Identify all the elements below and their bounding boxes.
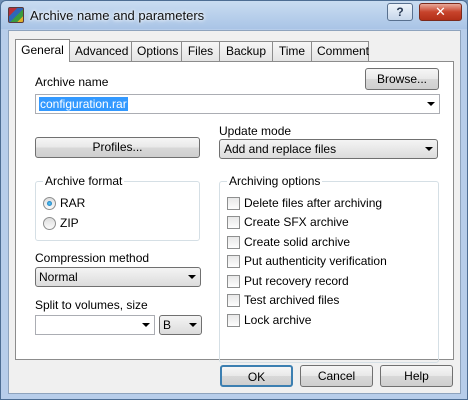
- radio-zip-label[interactable]: ZIP: [60, 216, 79, 230]
- checkbox-recovery-record[interactable]: [227, 275, 240, 288]
- split-size-combo[interactable]: [35, 315, 155, 335]
- tab-general[interactable]: General: [15, 39, 70, 62]
- dialog-client-area: General Advanced Options Files Backup Ti…: [8, 30, 461, 394]
- update-mode-value: Add and replace files: [224, 142, 337, 156]
- compression-method-value: Normal: [39, 270, 78, 284]
- window-title: Archive name and parameters: [30, 8, 205, 23]
- archive-name-value[interactable]: configuration.rar: [39, 97, 128, 111]
- cancel-button[interactable]: Cancel: [300, 365, 373, 387]
- radio-rar[interactable]: [43, 197, 56, 210]
- chevron-down-icon[interactable]: [425, 147, 433, 151]
- archive-name-label: Archive name: [35, 75, 109, 89]
- chevron-down-icon[interactable]: [427, 102, 435, 106]
- lock-archive-label[interactable]: Lock archive: [244, 313, 311, 327]
- checkbox-delete-files[interactable]: [227, 197, 240, 210]
- archive-name-combo[interactable]: configuration.rar: [35, 94, 440, 114]
- tab-time[interactable]: Time: [272, 41, 312, 61]
- chevron-down-icon[interactable]: [188, 275, 196, 279]
- checkbox-create-solid[interactable]: [227, 236, 240, 249]
- recovery-record-label[interactable]: Put recovery record: [244, 274, 349, 288]
- create-sfx-label[interactable]: Create SFX archive: [244, 215, 349, 229]
- tab-options[interactable]: Options: [131, 41, 182, 61]
- title-help-button[interactable]: ?: [387, 3, 413, 21]
- checkbox-create-sfx[interactable]: [227, 216, 240, 229]
- delete-files-label[interactable]: Delete files after archiving: [244, 196, 382, 210]
- title-close-button[interactable]: ✕: [419, 3, 462, 21]
- checkbox-authenticity[interactable]: [227, 255, 240, 268]
- radio-zip[interactable]: [43, 217, 56, 230]
- browse-button[interactable]: Browse...: [365, 68, 439, 90]
- archive-format-title: Archive format: [43, 174, 125, 188]
- tab-files[interactable]: Files: [181, 41, 220, 61]
- archiving-options-title: Archiving options: [227, 174, 323, 188]
- tab-comment[interactable]: Comment: [311, 41, 369, 61]
- checkbox-test-files[interactable]: [227, 294, 240, 307]
- update-mode-label: Update mode: [219, 124, 292, 138]
- dialog-window: Archive name and parameters ? ✕ General …: [0, 0, 468, 400]
- test-files-label[interactable]: Test archived files: [244, 293, 339, 307]
- compression-method-label: Compression method: [35, 251, 150, 265]
- archiving-options-group: Archiving options Delete files after arc…: [219, 174, 439, 363]
- create-solid-label[interactable]: Create solid archive: [244, 235, 350, 249]
- archive-format-group: Archive format RAR ZIP: [35, 174, 200, 241]
- winrar-app-icon: [8, 7, 24, 23]
- split-volumes-label: Split to volumes, size: [35, 298, 148, 312]
- authenticity-label[interactable]: Put authenticity verification: [244, 254, 387, 268]
- title-bar[interactable]: Archive name and parameters ? ✕: [1, 1, 467, 30]
- tab-advanced[interactable]: Advanced: [69, 41, 132, 61]
- general-tab-panel: Archive name Browse... configuration.rar…: [15, 61, 454, 363]
- checkbox-lock-archive[interactable]: [227, 314, 240, 327]
- help-button[interactable]: Help: [380, 365, 453, 387]
- compression-method-select[interactable]: Normal: [35, 267, 201, 287]
- tab-backup[interactable]: Backup: [219, 41, 273, 61]
- profiles-button[interactable]: Profiles...: [35, 137, 200, 158]
- radio-rar-label[interactable]: RAR: [60, 196, 85, 210]
- split-unit-value: B: [163, 318, 172, 332]
- ok-button[interactable]: OK: [220, 365, 293, 387]
- update-mode-select[interactable]: Add and replace files: [219, 139, 438, 159]
- split-unit-select[interactable]: B: [159, 315, 202, 335]
- chevron-down-icon[interactable]: [142, 323, 150, 327]
- chevron-down-icon[interactable]: [189, 323, 197, 327]
